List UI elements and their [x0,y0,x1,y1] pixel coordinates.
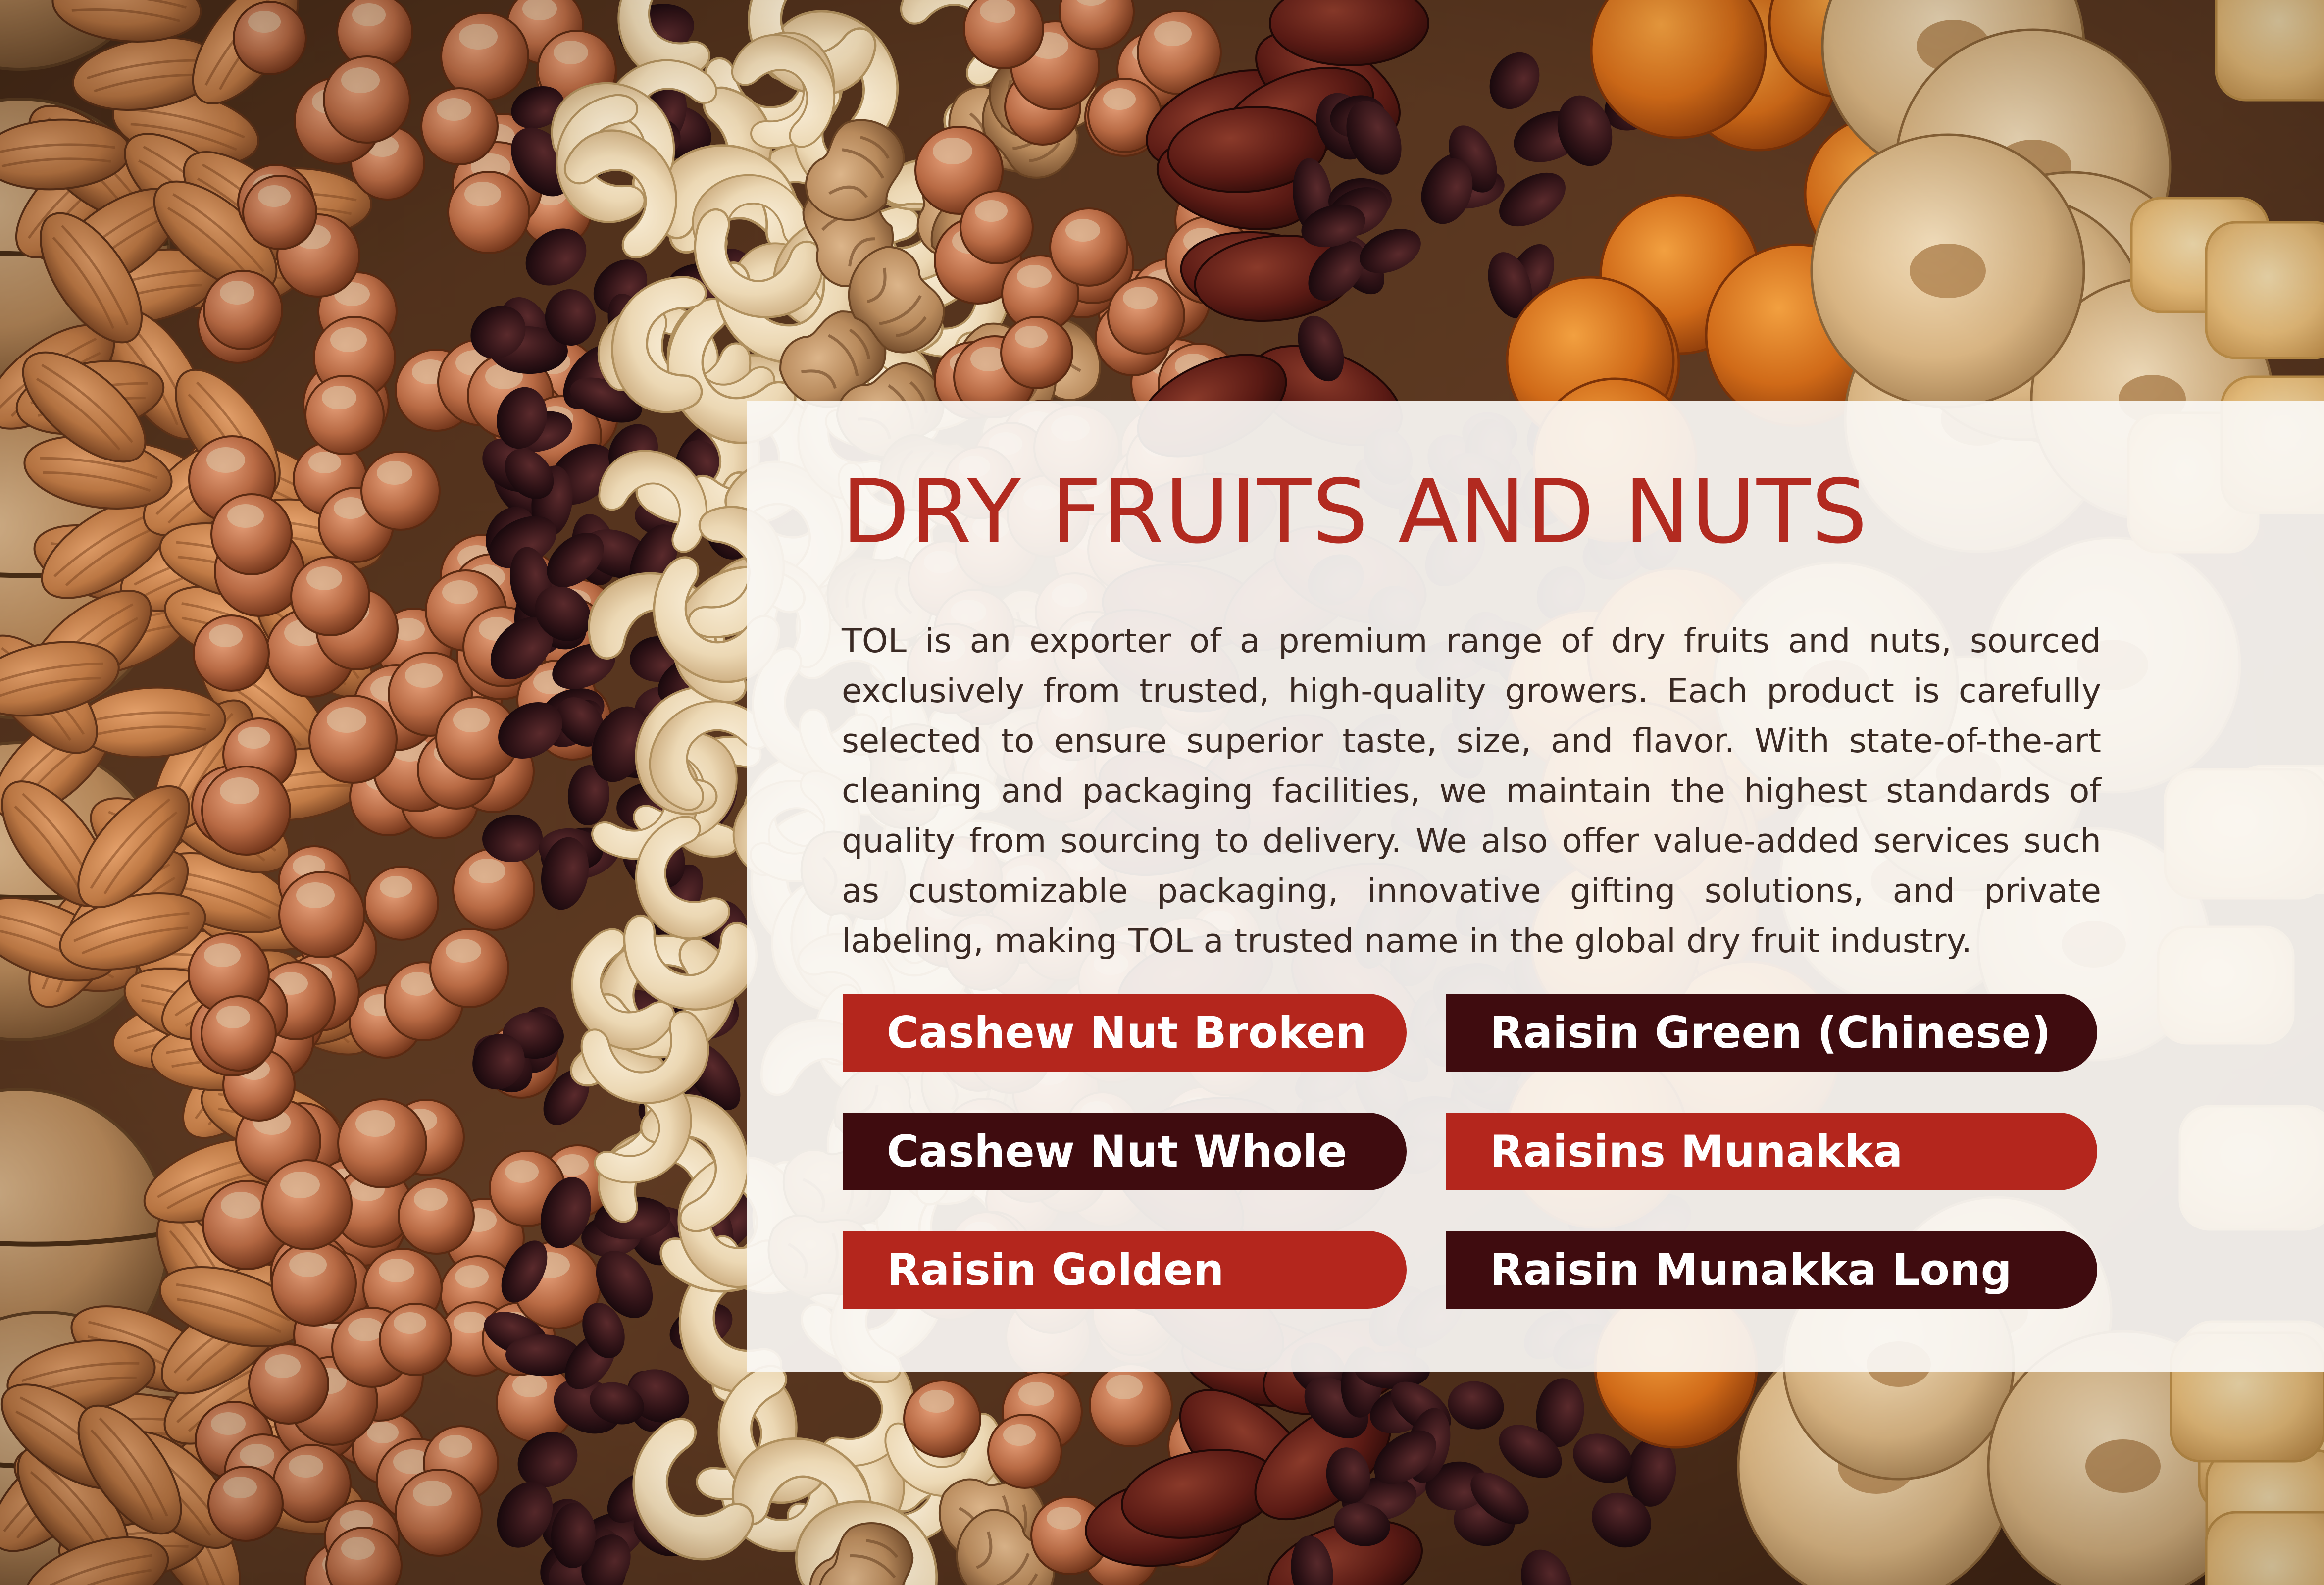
product-tag-cashew-nut-broken[interactable]: Cashew Nut Broken [843,994,1407,1072]
product-tag-raisins-munakka[interactable]: Raisins Munakka [1446,1113,2097,1190]
section-title: DRY FRUITS AND NUTS [842,460,1869,563]
product-tag-cashew-nut-whole[interactable]: Cashew Nut Whole [843,1113,1407,1190]
description-paragraph: TOL is an exporter of a premium range of… [842,621,2101,960]
page-canvas: DRY FRUITS AND NUTS TOL is an exporter o… [0,0,2324,1585]
product-tag-raisin-golden[interactable]: Raisin Golden [843,1231,1407,1309]
product-tag-raisin-munakka-long[interactable]: Raisin Munakka Long [1446,1231,2097,1309]
product-tag-raisin-green-chinese[interactable]: Raisin Green (Chinese) [1446,994,2097,1072]
